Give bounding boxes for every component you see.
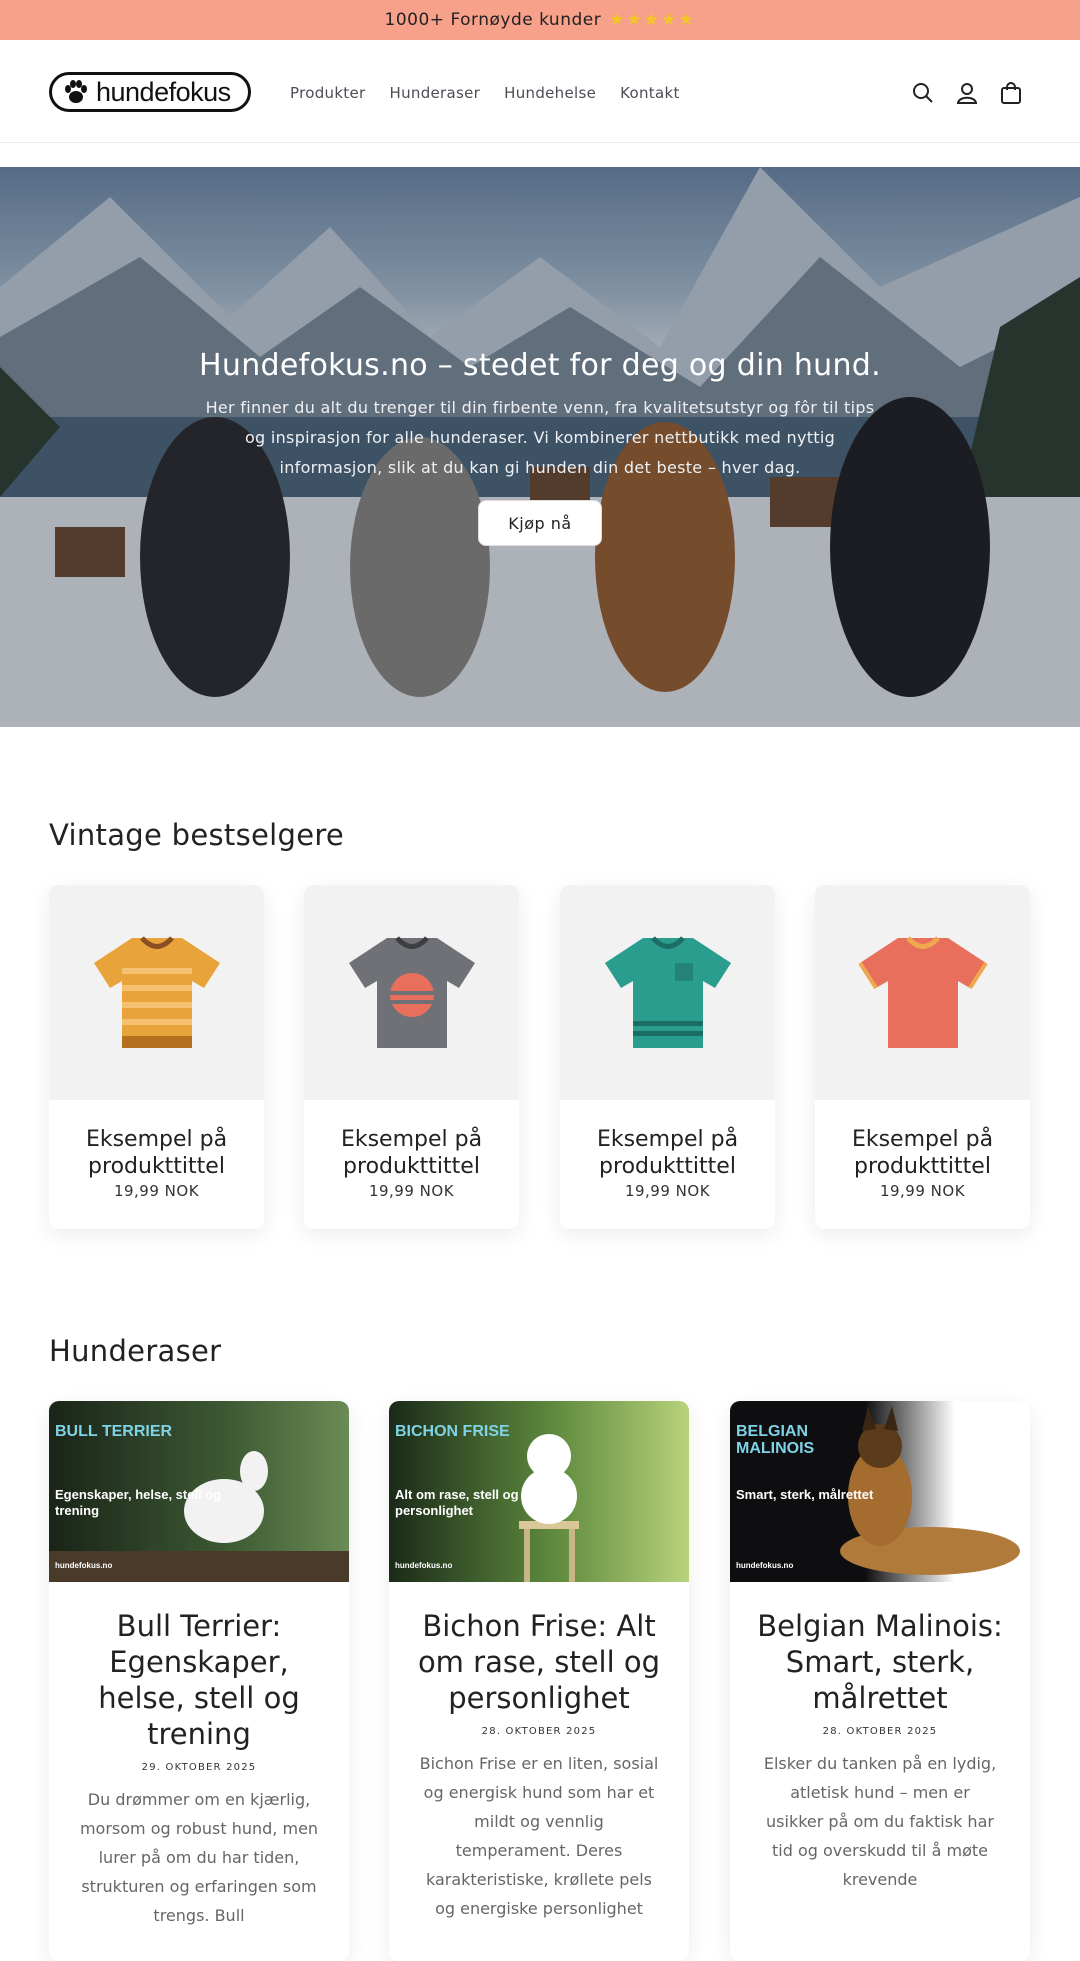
blog-excerpt: Du drømmer om en kjærlig, morsom og robu… (79, 1790, 319, 1925)
product-image (815, 885, 1030, 1100)
blog-date: 28. OKTOBER 2025 (481, 1726, 597, 1737)
tshirt-icon (604, 935, 731, 1048)
product-image (304, 885, 519, 1100)
search-icon[interactable] (908, 78, 938, 108)
breeds-title: Hunderaser (49, 1334, 222, 1368)
blog-image-site: hundefokus.no (736, 1561, 794, 1570)
product-price: 19,99 NOK (624, 1182, 711, 1200)
blog-excerpt: Bichon Frise er en liten, sosial og ener… (419, 1754, 659, 1918)
site-header: hundefokus Produkter Hunderaser Hundehel… (0, 40, 1080, 143)
main-nav: Produkter Hunderaser Hundehelse Kontakt (290, 80, 704, 106)
product-title: Eksempel på produkttittel (85, 1127, 228, 1179)
announcement-text: 1000+ Fornøyde kunder (384, 10, 602, 30)
blog-image: BICHON FRISE Alt om rase, stell og perso… (389, 1401, 689, 1582)
product-card[interactable]: Eksempel på produkttittel 19,99 NOK (560, 885, 775, 1229)
blog-title: Belgian Malinois: Smart, sterk, målrette… (757, 1609, 1003, 1715)
rating-stars: ★★★★★ (609, 10, 696, 30)
blog-image-subtitle: Smart, sterk, målrettet (736, 1487, 874, 1502)
blog-image-tag: BELGIAN MALINOIS (736, 1423, 815, 1457)
product-card[interactable]: Eksempel på produkttittel 19,99 NOK (304, 885, 519, 1229)
product-card[interactable]: Eksempel på produkttittel 19,99 NOK (815, 885, 1030, 1229)
announcement-bar: 1000+ Fornøyde kunder ★★★★★ (0, 0, 1080, 40)
header-icons (894, 78, 1026, 108)
cart-icon[interactable] (996, 78, 1026, 108)
product-title: Eksempel på produkttittel (851, 1127, 994, 1179)
bestsellers-title: Vintage bestselgere (49, 818, 345, 852)
blog-image: BELGIAN MALINOIS Smart, sterk, målrettet… (730, 1401, 1030, 1582)
logo[interactable]: hundefokus (49, 72, 251, 112)
tshirt-icon (93, 935, 220, 1048)
blog-image-site: hundefokus.no (55, 1561, 113, 1570)
blog-title: Bull Terrier: Egenskaper, helse, stell o… (98, 1609, 300, 1751)
blog-title: Bichon Frise: Alt om rase, stell og pers… (417, 1609, 661, 1715)
hero-banner: Hundefokus.no – stedet for deg og din hu… (0, 167, 1080, 727)
nav-item-hunderaser[interactable]: Hunderaser (390, 80, 481, 106)
paw-icon (65, 80, 87, 103)
blog-excerpt: Elsker du tanken på en lydig, atletisk h… (763, 1754, 997, 1889)
product-title: Eksempel på produkttittel (340, 1127, 483, 1179)
blog-date: 28. OKTOBER 2025 (822, 1726, 938, 1737)
blog-image-site: hundefokus.no (395, 1561, 453, 1570)
blog-card[interactable]: BICHON FRISE Alt om rase, stell og perso… (389, 1401, 689, 1961)
product-price: 19,99 NOK (113, 1182, 200, 1200)
tshirt-icon (348, 935, 475, 1048)
hero-text: Her finner du alt du trenger til din fir… (205, 398, 875, 477)
product-title: Eksempel på produkttittel (596, 1127, 739, 1179)
blog-image: BULL TERRIER Egenskaper, helse, stell og… (49, 1401, 349, 1582)
blog-image-tag: BICHON FRISE (395, 1423, 510, 1440)
nav-item-produkter[interactable]: Produkter (290, 80, 366, 106)
logo-text: hundefokus (96, 76, 231, 107)
buy-now-button[interactable]: Kjøp nå (478, 500, 602, 546)
blog-image-tag: BULL TERRIER (55, 1423, 173, 1440)
product-price: 19,99 NOK (879, 1182, 966, 1200)
nav-item-hundehelse[interactable]: Hundehelse (504, 80, 596, 106)
product-image (560, 885, 775, 1100)
product-price: 19,99 NOK (368, 1182, 455, 1200)
hero-title: Hundefokus.no – stedet for deg og din hu… (199, 348, 881, 383)
blog-date: 29. OKTOBER 2025 (141, 1762, 257, 1773)
blog-card[interactable]: BELGIAN MALINOIS Smart, sterk, målrettet… (730, 1401, 1030, 1961)
nav-item-kontakt[interactable]: Kontakt (620, 80, 680, 106)
blog-card[interactable]: BULL TERRIER Egenskaper, helse, stell og… (49, 1401, 349, 1961)
blog-image-subtitle: Egenskaper, helse, stell og trening (55, 1487, 222, 1518)
blog-image-subtitle: Alt om rase, stell og personlighet (395, 1487, 519, 1518)
product-card[interactable]: Eksempel på produkttittel 19,99 NOK (49, 885, 264, 1229)
account-icon[interactable] (952, 78, 982, 108)
product-image (49, 885, 264, 1100)
tshirt-icon (857, 935, 988, 1048)
